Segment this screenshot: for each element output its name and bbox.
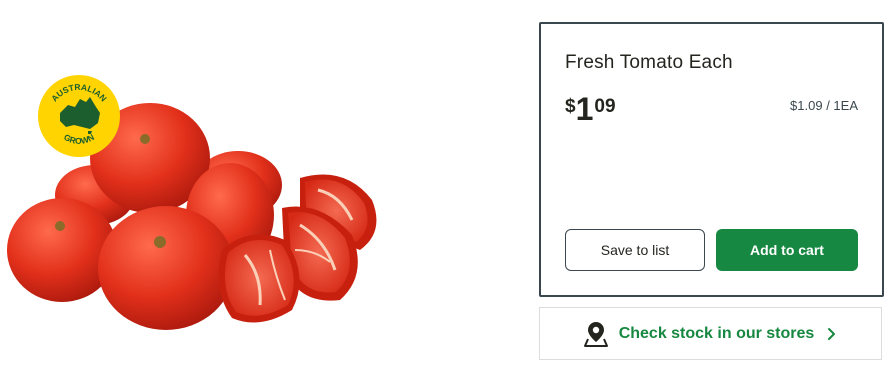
product-image <box>0 0 520 372</box>
svg-text:AUSTRALIAN: AUSTRALIAN <box>49 82 109 104</box>
australia-map-icon <box>60 97 100 134</box>
badge-top-text: AUSTRALIAN <box>49 82 109 104</box>
product-card: Fresh Tomato Each $ 1 09 $1.09 / 1EA Sav… <box>539 22 884 297</box>
price-cents: 09 <box>594 96 616 117</box>
price-dollars: 1 <box>575 91 594 127</box>
check-stock-link[interactable]: Check stock in our stores <box>539 307 882 360</box>
chevron-right-icon <box>828 327 836 340</box>
unit-price: $1.09 / 1EA <box>790 98 858 113</box>
tomatoes-illustration <box>7 103 377 330</box>
add-to-cart-button[interactable]: Add to cart <box>716 229 858 271</box>
australian-grown-badge: AUSTRALIAN GROWN <box>38 75 120 157</box>
product-price: $ 1 09 <box>565 90 616 130</box>
price-currency: $ <box>565 96 576 117</box>
save-to-list-button[interactable]: Save to list <box>565 229 705 271</box>
map-pin-icon <box>583 321 608 347</box>
product-title: Fresh Tomato Each <box>565 52 733 73</box>
check-stock-label: Check stock in our stores <box>618 324 815 342</box>
